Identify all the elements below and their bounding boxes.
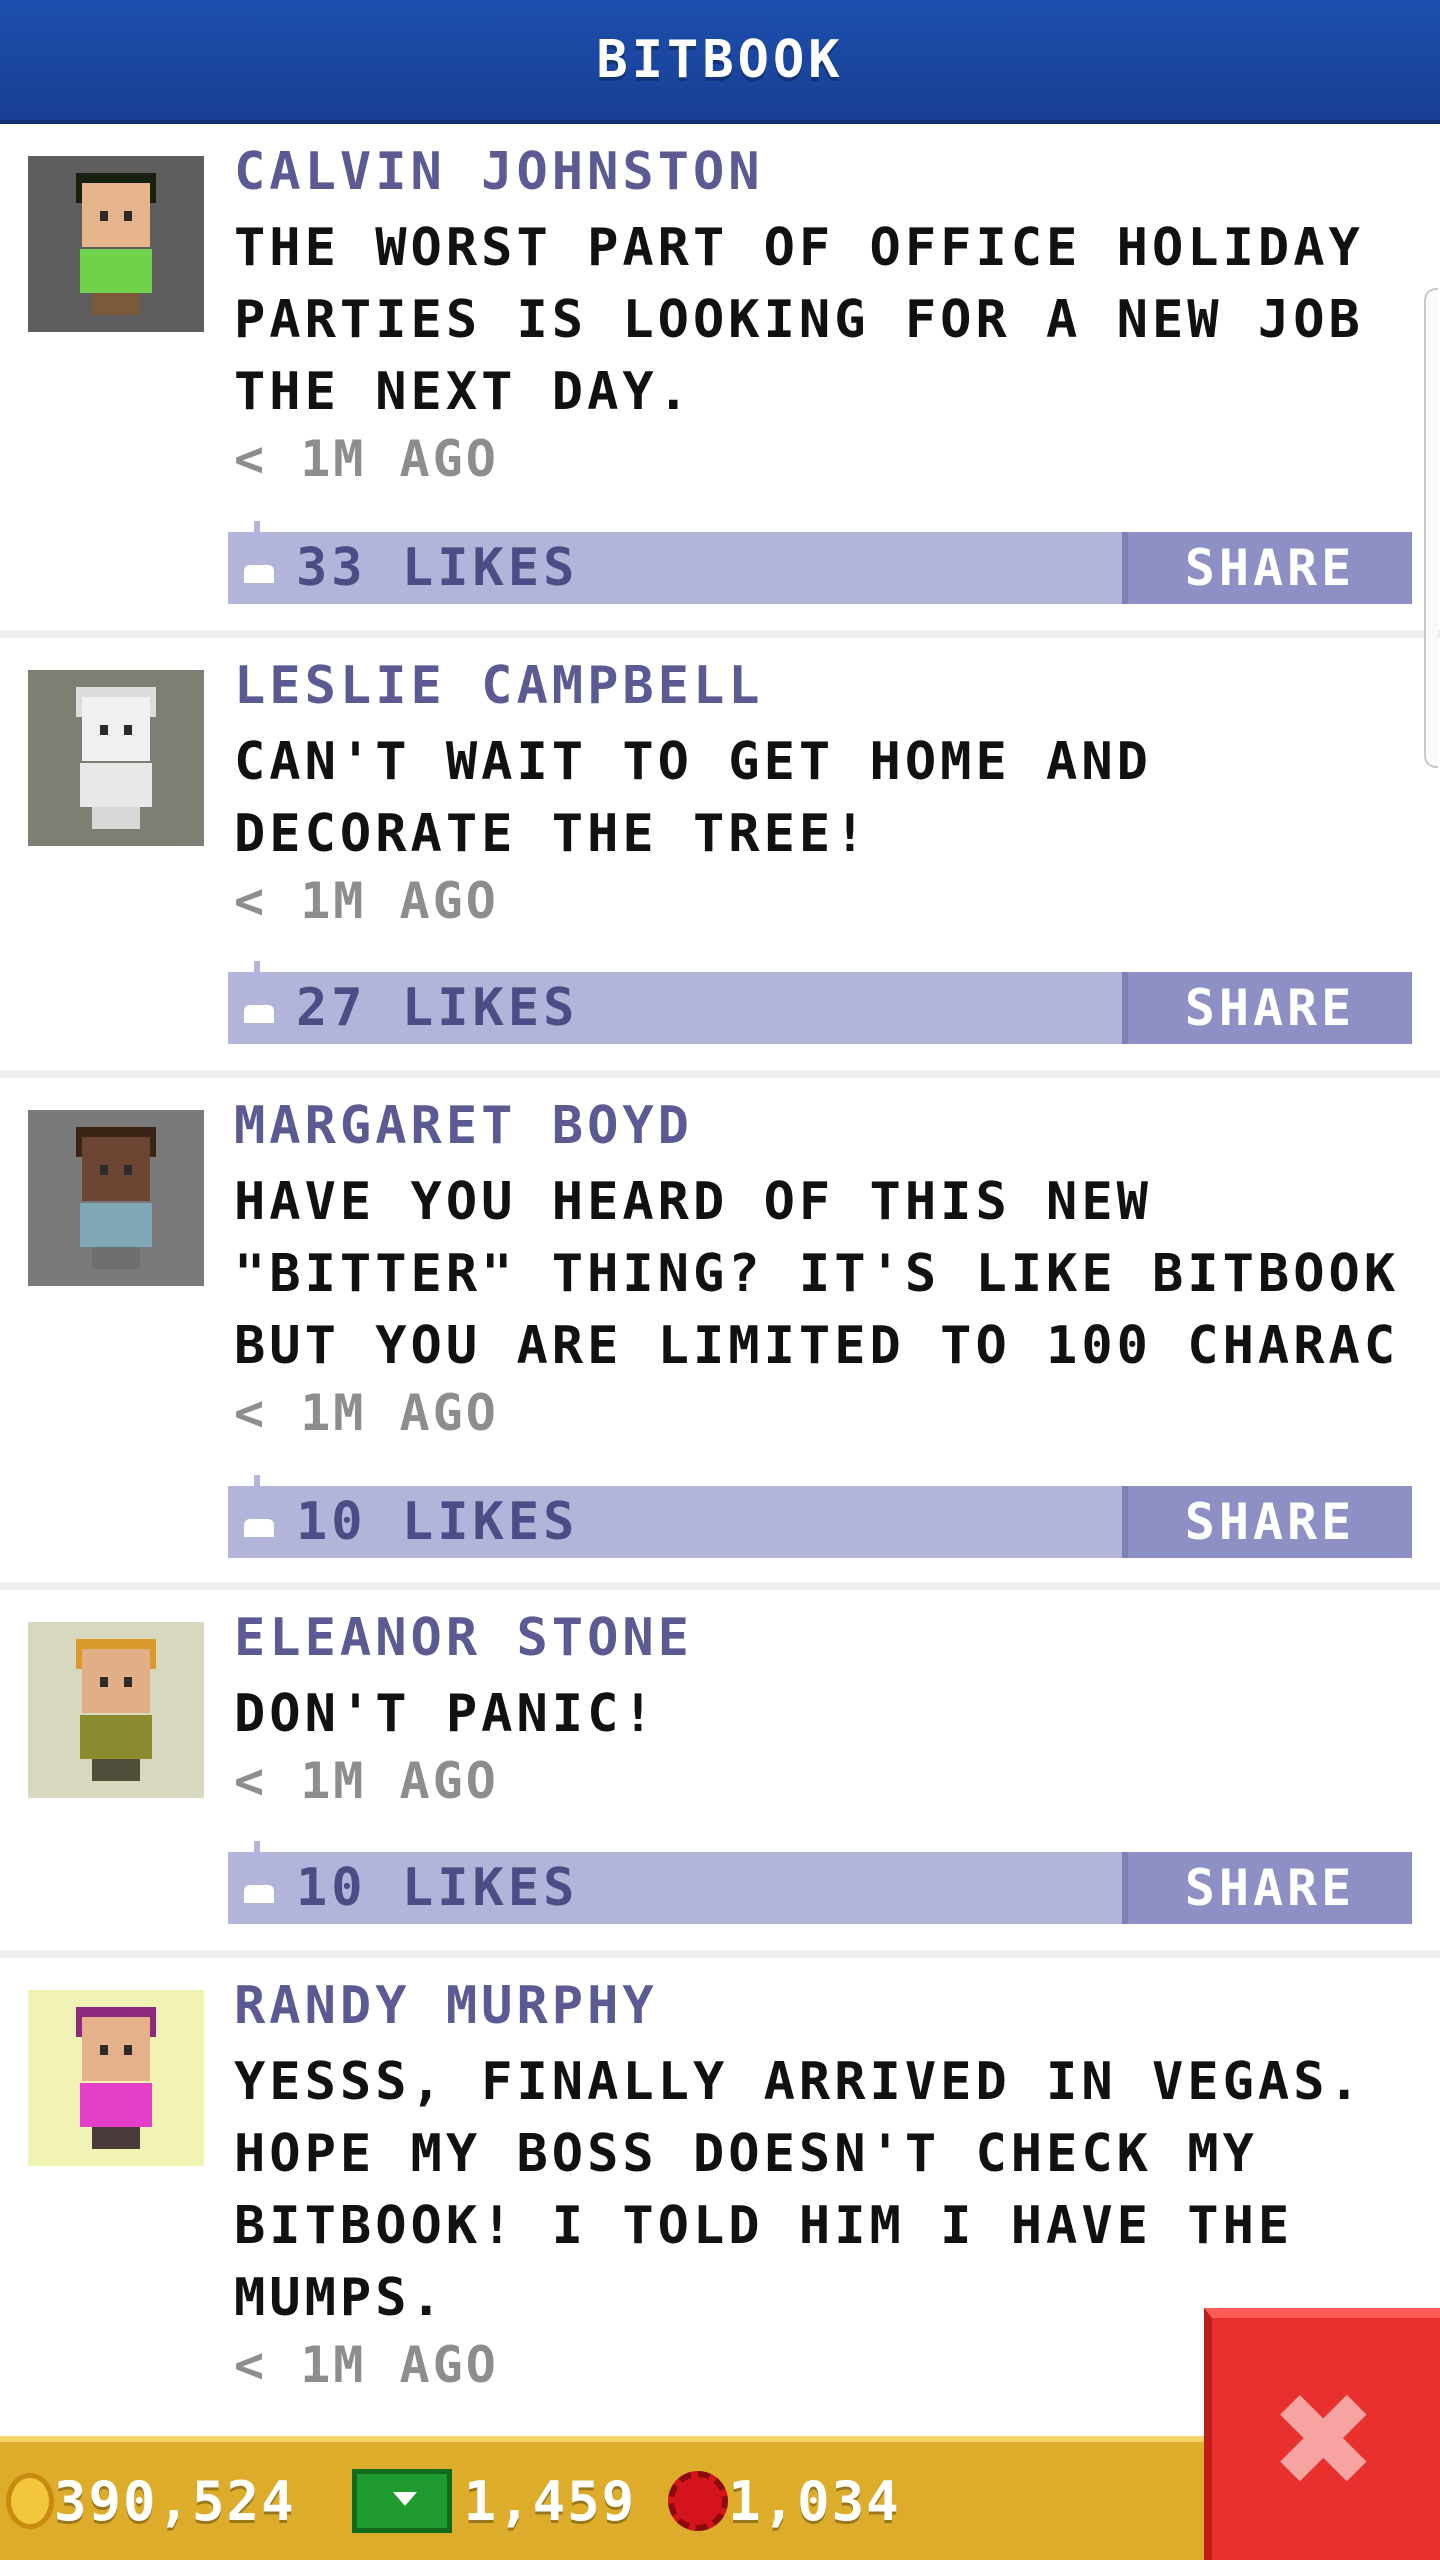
coin-count: 390,524 [54, 2469, 296, 2533]
like-bar: 10 LIKES SHARE [228, 1841, 1412, 1924]
close-button[interactable]: ✖ [1204, 2308, 1440, 2560]
like-count: 10 LIKES [296, 1492, 579, 1552]
cash-icon [351, 2469, 452, 2533]
like-bar: 10 LIKES SHARE [228, 1475, 1412, 1558]
post-message: HAVE YOU HEARD OF THIS NEW "BITTER" THIN… [234, 1172, 1400, 1376]
app-title: BITBOOK [596, 30, 844, 90]
post-time: < 1M AGO [234, 872, 499, 930]
post-message: CAN'T WAIT TO GET HOME AND DECORATE THE … [234, 732, 1152, 864]
post-time: < 1M AGO [234, 1384, 499, 1442]
avatar[interactable] [28, 670, 204, 846]
post-author[interactable]: MARGARET BOYD [234, 1096, 693, 1156]
coin-stat: 390,524 [6, 2470, 296, 2533]
post-message: YESSS, FINALLY ARRIVED IN VEGAS. HOPE MY… [234, 2052, 1364, 2328]
post-author[interactable]: CALVIN JOHNSTON [234, 142, 764, 202]
like-count: 10 LIKES [296, 1858, 579, 1918]
avatar[interactable] [28, 1622, 204, 1798]
like-bar: 33 LIKES SHARE [228, 521, 1412, 604]
avatar[interactable] [28, 1110, 204, 1286]
post-card: MARGARET BOYD HAVE YOU HEARD OF THIS NEW… [0, 1078, 1440, 1590]
post-author[interactable]: RANDY MURPHY [234, 1976, 658, 2036]
coin-icon [6, 2473, 54, 2529]
post-author[interactable]: LESLIE CAMPBELL [234, 656, 764, 716]
post-feed[interactable]: CALVIN JOHNSTON THE WORST PART OF OFFICE… [0, 124, 1440, 2436]
like-count: 33 LIKES [296, 538, 579, 598]
share-button[interactable]: SHARE [1122, 532, 1412, 604]
share-button[interactable]: SHARE [1122, 972, 1412, 1044]
post-card: CALVIN JOHNSTON THE WORST PART OF OFFICE… [0, 124, 1440, 638]
post-message: THE WORST PART OF OFFICE HOLIDAY PARTIES… [234, 218, 1364, 422]
chip-stat: 1,034 [642, 2470, 901, 2533]
avatar[interactable] [28, 1990, 204, 2166]
cash-stat: 1,459 [302, 2469, 637, 2533]
scrollbar[interactable] [1424, 288, 1438, 768]
avatar[interactable] [28, 156, 204, 332]
thumbs-up-icon[interactable] [244, 1841, 276, 1903]
like-count: 27 LIKES [296, 978, 579, 1038]
share-button[interactable]: SHARE [1122, 1852, 1412, 1924]
post-time: < 1M AGO [234, 2336, 499, 2394]
post-time: < 1M AGO [234, 430, 499, 488]
close-icon: ✖ [1274, 2340, 1378, 2538]
like-bar: 27 LIKES SHARE [228, 961, 1412, 1044]
post-author[interactable]: ELEANOR STONE [234, 1608, 693, 1668]
post-time: < 1M AGO [234, 1752, 499, 1810]
thumbs-up-icon[interactable] [244, 1475, 276, 1537]
chip-count: 1,034 [728, 2469, 901, 2533]
thumbs-up-icon[interactable] [244, 961, 276, 1023]
cash-count: 1,459 [463, 2469, 637, 2533]
share-button[interactable]: SHARE [1122, 1486, 1412, 1558]
post-card: LESLIE CAMPBELL CAN'T WAIT TO GET HOME A… [0, 638, 1440, 1078]
poker-chip-icon [668, 2471, 729, 2531]
top-bar: BITBOOK [0, 0, 1440, 124]
thumbs-up-icon[interactable] [244, 521, 276, 583]
post-card: ELEANOR STONE DON'T PANIC! < 1M AGO 10 L… [0, 1590, 1440, 1958]
post-message: DON'T PANIC! [234, 1684, 658, 1744]
